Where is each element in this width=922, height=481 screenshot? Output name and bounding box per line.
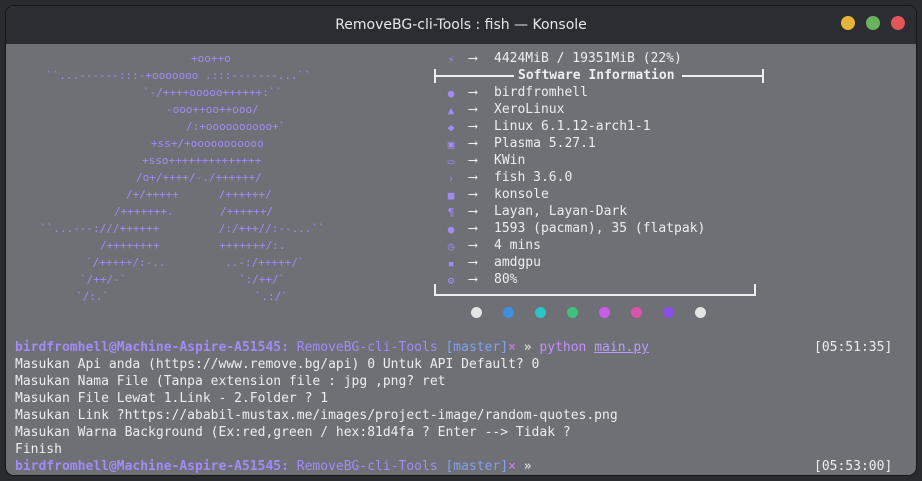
info-value: Plasma 5.27.1 (494, 136, 596, 151)
prompt-directory: RemoveBG-cli-Tools (296, 459, 438, 474)
palette-dot (535, 307, 546, 318)
info-arrow: ⟶ (469, 85, 477, 100)
info-value: fish 3.6.0 (494, 170, 573, 185)
info-value: 1593 (pacman), 35 (flatpak) (494, 221, 706, 236)
theme-icon: ¶ (447, 206, 455, 219)
ascii-art-line: -ooo++oo++ooo/ (166, 103, 259, 116)
git-branch: [master] (445, 340, 509, 355)
info-arrow: ⟶ (469, 238, 477, 253)
ascii-art-line: /+++++++. /++++++/ (114, 205, 273, 218)
maximize-button[interactable] (866, 16, 880, 30)
ascii-art-line: `/:.` `.:/` (76, 290, 288, 303)
ascii-art-line: ``...------:::-+ooooooo .:::-------...`` (46, 69, 311, 82)
info-arrow: ⟶ (469, 153, 477, 168)
info-arrow: ⟶ (469, 204, 477, 219)
terminal-area[interactable]: +oo++o ``...------:::-+ooooooo .:::-----… (6, 44, 916, 475)
info-arrow: ⟶ (469, 221, 477, 236)
palette-dot (599, 307, 610, 318)
shell-prompt[interactable]: birdfromhell@Machine-Aspire-A51545: Remo… (15, 458, 532, 475)
info-value: KWin (494, 153, 526, 168)
prompt-timestamp: [05:53:00] (814, 459, 893, 474)
title-bar[interactable]: RemoveBG-cli-Tools : fish — Konsole (6, 6, 916, 44)
prompt-user: birdfromhell@Machine-Aspire-A51545: (15, 340, 289, 355)
git-branch: [master] (445, 459, 509, 474)
memory-icon: ⚡ (447, 53, 455, 66)
window-manager-icon: ▭ (447, 155, 455, 168)
output-line: Masukan Api anda (https://www.remove.bg/… (15, 357, 540, 372)
info-value: 4 mins (494, 238, 541, 253)
battery-icon: ⚙ (447, 274, 455, 287)
info-arrow: ⟶ (469, 170, 477, 185)
ascii-art-line: /:+oooooooooo+` (186, 120, 286, 133)
info-arrow: ⟶ (469, 136, 477, 151)
ascii-art-line: /++++++++ +++++++/:. (100, 239, 286, 252)
konsole-window: RemoveBG-cli-Tools : fish — Konsole +oo+… (6, 6, 916, 475)
info-value: 80% (494, 272, 518, 287)
info-value: XeroLinux (494, 102, 565, 117)
info-arrow: ⟶ (469, 255, 477, 270)
prompt-separator: » (523, 340, 532, 355)
box-border (436, 294, 754, 296)
info-arrow: ⟶ (469, 187, 477, 202)
output-line: Finish (15, 442, 62, 457)
box-border (682, 75, 762, 77)
user-icon: ● (447, 87, 455, 100)
palette-dot (567, 307, 578, 318)
git-dirty-mark: × (508, 459, 516, 474)
shell-icon: › (447, 172, 455, 185)
info-value: amdgpu (494, 255, 541, 270)
output-line: Masukan Link ?https://ababil-mustax.me/i… (15, 408, 618, 423)
ascii-art-line: `/+++++/:-.. ..-:/+++++/` (86, 256, 305, 269)
palette-dot (695, 307, 706, 318)
git-dirty-mark: × (508, 340, 516, 355)
info-value: Linux 6.1.12-arch1-1 (494, 119, 651, 134)
info-arrow: ⟶ (469, 272, 477, 287)
info-arrow: ⟶ (469, 102, 477, 117)
output-line: Masukan Nama File (Tanpa extension file … (15, 374, 446, 389)
ascii-art-line: ``...---:///++++++ /:/+++//:--...`` (40, 222, 325, 235)
gpu-icon: ▪ (447, 257, 455, 270)
output-line: Masukan File Lewat 1.Link - 2.Folder ? 1 (15, 391, 329, 406)
memory-value: 4424MiB / 19351MiB (22%) (494, 51, 682, 66)
box-border (754, 284, 756, 296)
ascii-art-line: `/++/-` `:/++/` (80, 273, 286, 286)
package-icon: ● (447, 223, 455, 236)
palette-dot (631, 307, 642, 318)
section-title: Software Information (518, 68, 675, 83)
ascii-art-line: /+/+++++ /++++++/ (126, 188, 272, 201)
box-border (762, 69, 764, 83)
command-name: python (539, 340, 587, 355)
minimize-button[interactable] (841, 16, 855, 30)
ascii-art-line: +ss+/+ooooooooooo (151, 137, 264, 150)
palette-dot (471, 307, 482, 318)
ascii-art-line: /o+/++++/-./++++++/ (136, 171, 262, 184)
box-border (436, 75, 514, 77)
palette-dot (503, 307, 514, 318)
prompt-directory: RemoveBG-cli-Tools (296, 340, 438, 355)
info-value: konsole (494, 187, 549, 202)
ascii-art-line: `-/++++ooooo++++++:`` (143, 86, 283, 99)
prompt-separator: » (523, 459, 532, 474)
palette-dot (663, 307, 674, 318)
distro-icon: ▲ (447, 104, 455, 117)
terminal-icon: ■ (447, 189, 455, 202)
info-arrow: ⟶ (469, 51, 477, 66)
kernel-icon: ◆ (447, 121, 455, 134)
info-value: birdfromhell (494, 85, 588, 100)
ascii-art-line: +oo++o (191, 52, 231, 65)
desktop-icon: ▣ (447, 138, 455, 151)
ascii-art-line: +sso++++++++++++++ (142, 154, 262, 167)
close-button[interactable] (891, 16, 905, 30)
info-value: Layan, Layan-Dark (494, 204, 628, 219)
command-argument[interactable]: main.py (594, 340, 649, 355)
output-line: Masukan Warna Background (Ex:red,green /… (15, 425, 571, 440)
prompt-user: birdfromhell@Machine-Aspire-A51545: (15, 459, 289, 474)
uptime-icon: ◷ (447, 240, 455, 253)
info-arrow: ⟶ (469, 119, 477, 134)
shell-prompt: birdfromhell@Machine-Aspire-A51545: Remo… (15, 339, 649, 356)
window-title: RemoveBG-cli-Tools : fish — Konsole (335, 17, 587, 33)
prompt-timestamp: [05:51:35] (814, 340, 893, 355)
